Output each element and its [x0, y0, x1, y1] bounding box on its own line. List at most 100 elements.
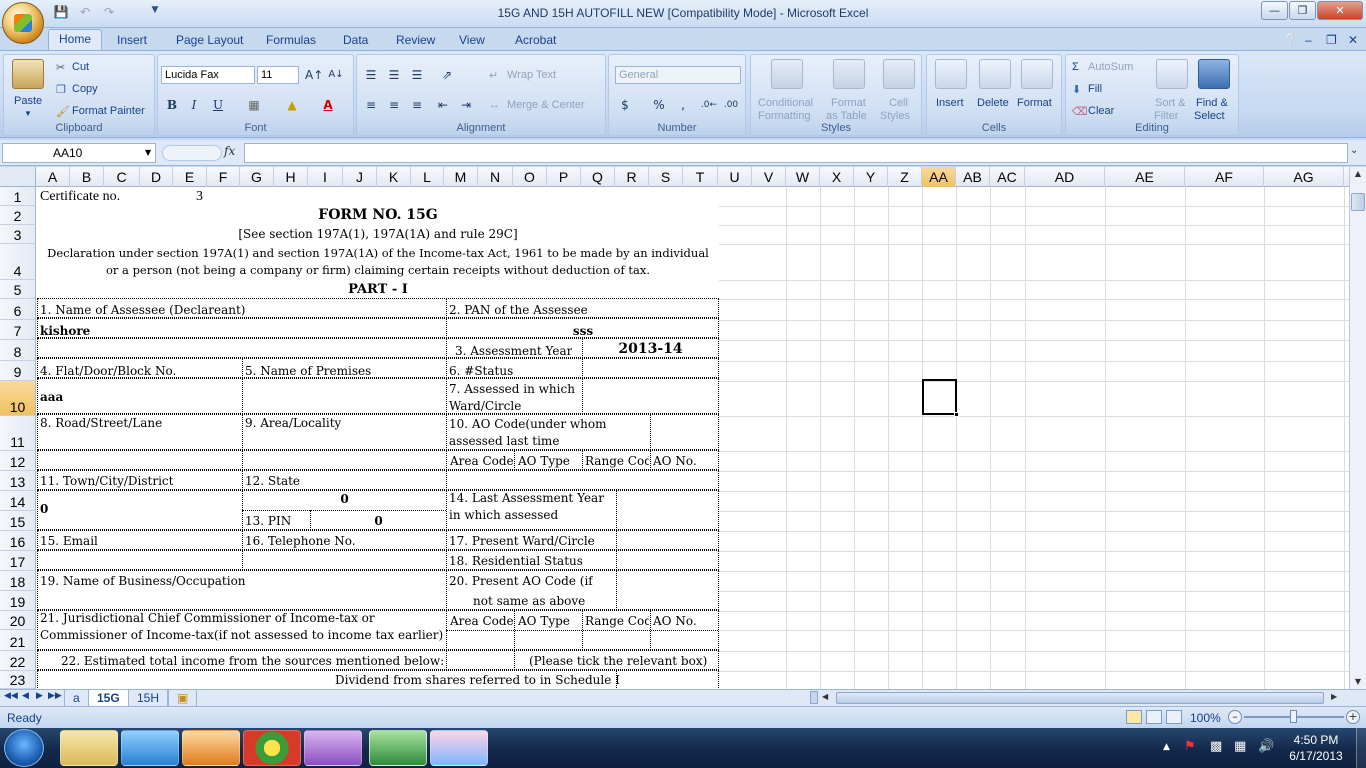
sort-filter-line1[interactable]: Sort & — [1155, 97, 1186, 109]
percent-button[interactable]: % — [649, 95, 669, 115]
insert-function-button[interactable]: fx — [224, 144, 235, 158]
volume-icon[interactable]: 🔊 — [1258, 739, 1274, 754]
tab-data[interactable]: Data — [343, 31, 368, 50]
column-header[interactable]: W — [786, 167, 820, 187]
first-sheet-icon[interactable]: ◀◀ — [4, 691, 18, 701]
last-sheet-icon[interactable]: ▶▶ — [48, 691, 62, 701]
comma-button[interactable]: , — [673, 95, 693, 115]
prev-sheet-icon[interactable]: ◀ — [22, 691, 29, 701]
copy-button[interactable]: Copy — [72, 83, 98, 95]
tab-review[interactable]: Review — [396, 31, 435, 50]
horizontal-scroll-thumb[interactable] — [836, 692, 1324, 704]
fill-color-icon[interactable]: ▲ — [282, 95, 302, 115]
column-header[interactable]: N — [478, 167, 513, 187]
close-button[interactable]: ✕ — [1317, 1, 1363, 20]
chrome-icon[interactable] — [243, 730, 301, 766]
column-header[interactable]: U — [718, 167, 752, 187]
cell-styles-line2[interactable]: Styles — [880, 110, 910, 122]
name-value[interactable]: kishore — [40, 324, 90, 338]
town-value[interactable]: 0 — [40, 502, 48, 516]
name-box[interactable]: AA10 — [2, 143, 156, 163]
column-header[interactable]: A — [36, 167, 70, 187]
formula-resize-handle[interactable] — [162, 145, 222, 161]
vertical-scroll-thumb[interactable] — [1351, 193, 1365, 211]
row-header[interactable]: 5 — [0, 280, 36, 299]
row-header[interactable]: 3 — [0, 225, 36, 244]
select-all-corner[interactable] — [0, 167, 36, 187]
sort-filter-icon[interactable] — [1156, 59, 1188, 89]
column-header[interactable]: I — [308, 167, 343, 187]
format-as-table-line1[interactable]: Format — [831, 97, 866, 109]
zoom-level[interactable]: 100% — [1190, 711, 1221, 725]
usb-icon[interactable]: ▩ — [1210, 739, 1222, 754]
tab-acrobat[interactable]: Acrobat — [515, 31, 556, 50]
column-header[interactable]: AF — [1185, 167, 1264, 187]
sort-filter-line2[interactable]: Filter — [1154, 110, 1178, 122]
currency-button[interactable]: $ — [615, 95, 635, 115]
number-format-combo[interactable]: General — [615, 66, 741, 84]
row-header[interactable]: 4 — [0, 244, 36, 280]
column-header[interactable]: O — [513, 167, 547, 187]
align-left-icon[interactable]: ≡ — [361, 95, 381, 115]
align-top-icon[interactable]: ☰ — [361, 65, 381, 85]
scroll-down-icon[interactable]: ▼ — [1351, 677, 1365, 687]
row-header[interactable]: 2 — [0, 206, 36, 225]
tab-formulas[interactable]: Formulas — [266, 31, 316, 50]
start-button[interactable] — [4, 729, 44, 767]
formula-input[interactable] — [244, 143, 1348, 163]
insert-sheet-icon[interactable]: ▣ — [168, 690, 198, 707]
font-name-combo[interactable]: Lucida Fax — [161, 66, 255, 84]
merge-center-button[interactable]: Merge & Center — [507, 99, 585, 111]
column-header[interactable]: H — [274, 167, 308, 187]
messenger-icon[interactable] — [304, 730, 362, 766]
row-header[interactable]: 9 — [0, 361, 36, 381]
delete-cells-button[interactable]: Delete — [977, 97, 1009, 109]
align-right-icon[interactable]: ≡ — [407, 95, 427, 115]
column-header[interactable]: AC — [990, 167, 1025, 187]
maximize-button[interactable]: ❐ — [1289, 1, 1316, 20]
row-header[interactable]: 8 — [0, 340, 36, 361]
paste-dropdown-icon[interactable]: ▼ — [24, 109, 32, 118]
sheet-tab-15g[interactable]: 15G — [88, 690, 129, 707]
zoom-in-icon[interactable]: + — [1346, 710, 1360, 724]
tab-insert[interactable]: Insert — [117, 31, 147, 50]
show-desktop-button[interactable] — [1356, 728, 1366, 768]
column-header[interactable]: T — [683, 167, 718, 187]
borders-icon[interactable]: ▦ — [244, 95, 264, 115]
ribbon-close-icon[interactable]: ✕ — [1348, 31, 1358, 50]
column-header[interactable]: P — [547, 167, 581, 187]
clear-button[interactable]: Clear — [1088, 105, 1114, 117]
media-player-icon[interactable] — [182, 730, 240, 766]
column-header[interactable]: AA — [922, 167, 956, 187]
bold-button[interactable]: B — [162, 95, 182, 115]
vertical-scrollbar[interactable]: ▲ ▼ — [1349, 167, 1366, 689]
row-header[interactable]: 16 — [0, 531, 36, 551]
row-header[interactable]: 13 — [0, 471, 36, 491]
row-header[interactable]: 11 — [0, 416, 36, 451]
office-button[interactable] — [2, 2, 44, 44]
action-center-icon[interactable]: ⚑ — [1184, 739, 1196, 754]
pan-value[interactable]: sss — [447, 324, 719, 338]
column-header[interactable]: G — [240, 167, 274, 187]
row-header[interactable]: 15 — [0, 511, 36, 531]
clock-date[interactable]: 6/17/2013 — [1284, 749, 1348, 763]
row-header[interactable]: 12 — [0, 451, 36, 471]
column-header[interactable]: J — [343, 167, 377, 187]
page-break-view-icon[interactable] — [1166, 710, 1182, 724]
row-header[interactable]: 20 — [0, 611, 36, 630]
insert-cells-icon[interactable] — [935, 59, 967, 89]
font-color-icon[interactable]: A — [318, 95, 338, 115]
zoom-slider-thumb[interactable] — [1290, 710, 1297, 723]
insert-cells-button[interactable]: Insert — [936, 97, 964, 109]
scroll-right-icon[interactable]: ▶ — [1331, 692, 1337, 701]
decrease-indent-icon[interactable]: ⇤ — [433, 95, 453, 115]
tab-split-handle[interactable] — [810, 691, 818, 704]
network-icon[interactable]: ▦ — [1234, 739, 1246, 754]
row-header[interactable]: 23 — [0, 671, 36, 689]
row-header[interactable]: 22 — [0, 651, 36, 671]
zoom-out-icon[interactable]: – — [1228, 710, 1242, 724]
column-header[interactable]: E — [173, 167, 207, 187]
scroll-left-icon[interactable]: ◀ — [822, 692, 828, 701]
help-icon[interactable]: ❔ — [1283, 31, 1298, 50]
internet-explorer-icon[interactable] — [121, 730, 179, 766]
